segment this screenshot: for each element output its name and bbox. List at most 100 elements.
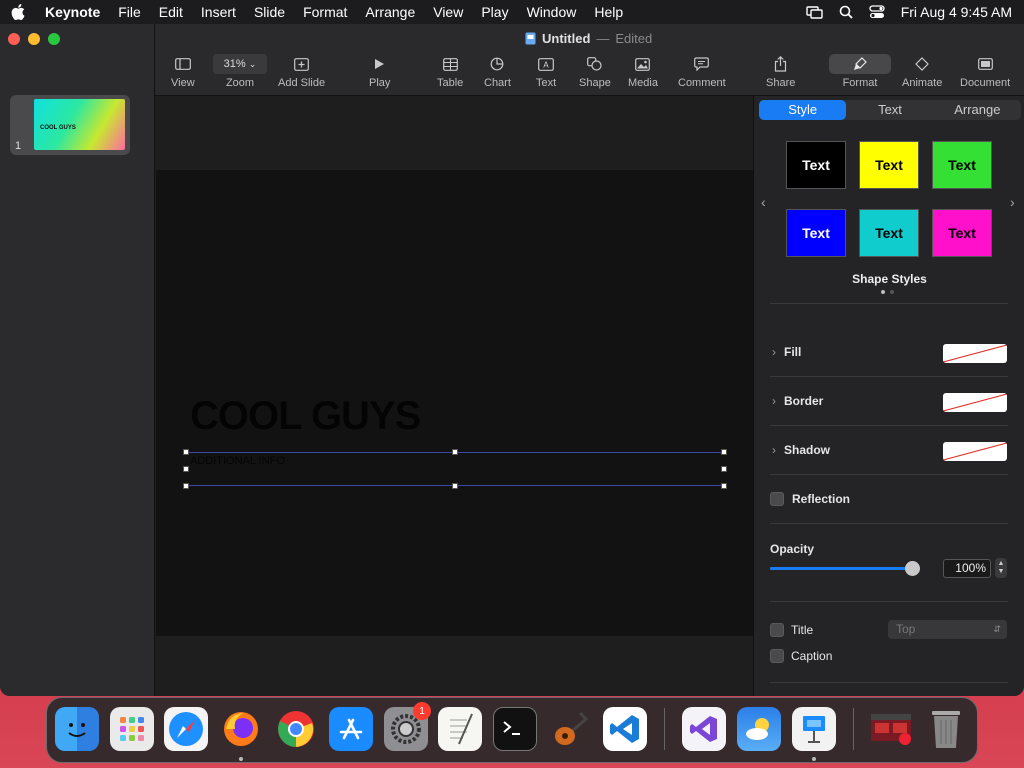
animate-button[interactable]: Animate: [902, 54, 942, 89]
dock-finder[interactable]: [55, 707, 99, 751]
shadow-label: Shadow: [784, 443, 831, 457]
close-button[interactable]: [8, 33, 20, 45]
dock-visual-studio[interactable]: [682, 707, 726, 751]
menu-view[interactable]: View: [424, 4, 472, 20]
tab-style[interactable]: Style: [759, 100, 847, 120]
screen-mirroring-icon[interactable]: [806, 5, 823, 19]
shape-style-blue[interactable]: Text: [786, 209, 846, 257]
text-button[interactable]: A Text: [536, 54, 556, 89]
apple-menu[interactable]: [0, 4, 36, 20]
document-name[interactable]: Untitled: [542, 31, 590, 46]
resize-handle-top[interactable]: [452, 449, 458, 455]
reflection-checkbox[interactable]: [770, 492, 784, 506]
resize-handle-bottom-right[interactable]: [721, 483, 727, 489]
menu-play[interactable]: Play: [472, 4, 517, 20]
menu-window[interactable]: Window: [518, 4, 586, 20]
subtitle-text-box[interactable]: ADDITIONAL INFO: [186, 452, 724, 486]
zoom-control[interactable]: 31% ⌄ Zoom: [213, 54, 267, 89]
menu-file[interactable]: File: [109, 4, 150, 20]
dock-trash[interactable]: [924, 707, 968, 751]
swatch-label: Text: [875, 157, 903, 173]
opacity-slider[interactable]: [770, 561, 920, 576]
shadow-color-well[interactable]: [943, 442, 1007, 461]
opacity-field[interactable]: 100%: [943, 559, 991, 578]
shape-style-cyan[interactable]: Text: [859, 209, 919, 257]
slide-canvas[interactable]: COOL GUYS ADDITIONAL INFO: [156, 96, 753, 696]
shape-style-green[interactable]: Text: [932, 141, 992, 189]
dock-garageband[interactable]: [548, 707, 592, 751]
menu-format[interactable]: Format: [294, 4, 356, 20]
tab-arrange[interactable]: Arrange: [934, 100, 1021, 120]
title-checkbox[interactable]: [770, 623, 784, 637]
view-button[interactable]: View: [171, 54, 195, 89]
dock-launchpad[interactable]: [110, 707, 154, 751]
dock-separator: [853, 708, 854, 750]
divider: [770, 523, 1008, 524]
fill-color-well[interactable]: [943, 344, 1007, 363]
media-label: Media: [628, 77, 658, 89]
dock-weather[interactable]: [737, 707, 781, 751]
slide-title[interactable]: COOL GUYS: [190, 394, 421, 439]
menu-help[interactable]: Help: [585, 4, 632, 20]
dock-safari[interactable]: [164, 707, 208, 751]
share-button[interactable]: Share: [766, 54, 795, 89]
resize-handle-left[interactable]: [183, 466, 189, 472]
title-position-select[interactable]: Top ⇵: [888, 620, 1007, 639]
menu-edit[interactable]: Edit: [150, 4, 192, 20]
stepper-down-icon[interactable]: ▼: [998, 568, 1005, 576]
fullscreen-button[interactable]: [48, 33, 60, 45]
format-button[interactable]: Format: [829, 54, 891, 89]
resize-handle-top-left[interactable]: [183, 449, 189, 455]
menu-arrange[interactable]: Arrange: [356, 4, 424, 20]
control-center-icon[interactable]: [869, 5, 885, 19]
media-button[interactable]: Media: [628, 54, 658, 89]
chevron-left-icon[interactable]: ‹: [761, 194, 766, 210]
slide-thumbnail-selected[interactable]: COOL GUYS: [10, 95, 130, 155]
dock-keynote[interactable]: [792, 707, 836, 751]
dock-firefox[interactable]: [219, 707, 263, 751]
document-status: Edited: [615, 31, 653, 46]
fill-disclosure[interactable]: › Fill: [772, 345, 801, 359]
opacity-slider-knob[interactable]: [905, 561, 920, 576]
zoom-select[interactable]: 31% ⌄: [213, 54, 267, 74]
page-dot[interactable]: [890, 290, 894, 294]
dock-app-store[interactable]: [329, 707, 373, 751]
tab-text[interactable]: Text: [846, 100, 933, 120]
dock-textedit[interactable]: [438, 707, 482, 751]
comment-button[interactable]: Comment: [678, 54, 726, 89]
search-icon[interactable]: [839, 5, 853, 19]
slide[interactable]: COOL GUYS ADDITIONAL INFO: [156, 170, 753, 636]
caption-checkbox[interactable]: [770, 649, 784, 663]
resize-handle-top-right[interactable]: [721, 449, 727, 455]
table-button[interactable]: Table: [437, 54, 463, 89]
border-color-well[interactable]: [943, 393, 1007, 412]
thumbnail-title: COOL GUYS: [40, 125, 76, 131]
shape-style-black[interactable]: Text: [786, 141, 846, 189]
dock-screen-sharing[interactable]: [869, 707, 913, 751]
play-button[interactable]: Play: [369, 54, 390, 89]
dock-chrome[interactable]: [274, 707, 318, 751]
border-disclosure[interactable]: › Border: [772, 394, 823, 408]
slide-subtitle[interactable]: ADDITIONAL INFO: [190, 455, 285, 467]
add-slide-button[interactable]: Add Slide: [278, 54, 325, 89]
chevron-right-icon[interactable]: ›: [1010, 194, 1015, 210]
shape-button[interactable]: Shape: [579, 54, 611, 89]
shape-style-yellow[interactable]: Text: [859, 141, 919, 189]
menu-keynote[interactable]: Keynote: [36, 4, 109, 20]
stepper-up-icon[interactable]: ▲: [998, 560, 1005, 568]
resize-handle-bottom[interactable]: [452, 483, 458, 489]
resize-handle-right[interactable]: [721, 466, 727, 472]
shape-style-magenta[interactable]: Text: [932, 209, 992, 257]
chart-button[interactable]: Chart: [484, 54, 511, 89]
dock-terminal[interactable]: [493, 707, 537, 751]
menu-insert[interactable]: Insert: [192, 4, 245, 20]
minimize-button[interactable]: [28, 33, 40, 45]
document-button[interactable]: Document: [960, 54, 1010, 89]
menubar-clock[interactable]: Fri Aug 4 9:45 AM: [901, 4, 1012, 20]
opacity-stepper[interactable]: ▲ ▼: [995, 558, 1007, 578]
page-dot-active[interactable]: [881, 290, 885, 294]
menu-slide[interactable]: Slide: [245, 4, 294, 20]
resize-handle-bottom-left[interactable]: [183, 483, 189, 489]
dock-vscode[interactable]: [603, 707, 647, 751]
shadow-disclosure[interactable]: › Shadow: [772, 443, 830, 457]
